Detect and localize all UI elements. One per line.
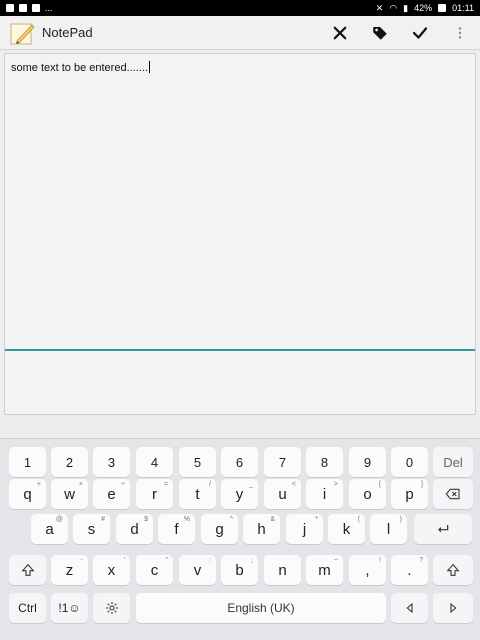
shift-left-icon[interactable]: [9, 555, 46, 585]
keyboard-row-zxcv: z- x ' c " v: b; n m ~ ,! .?: [0, 555, 480, 588]
key-q[interactable]: q +: [9, 479, 46, 509]
note-text: some text to be entered.......: [11, 62, 148, 74]
app-title: NotePad: [42, 25, 93, 40]
status-right: ✕ ◠ ▮ 42% 01:11: [376, 3, 474, 14]
key-t[interactable]: t /: [179, 479, 216, 509]
battery-percent: 42%: [414, 3, 433, 13]
key-comma[interactable]: ,!: [349, 555, 386, 585]
key-1[interactable]: 1: [9, 447, 46, 477]
settings-gear-icon[interactable]: [93, 593, 130, 623]
key-d[interactable]: d $: [116, 514, 153, 544]
key-n[interactable]: n: [264, 555, 301, 585]
notepad-logo-icon: [8, 19, 36, 47]
keyboard-row-qwerty: q + w × e ÷ r = t / y _ u < i > o[ p]: [0, 479, 480, 512]
youtube-icon: [19, 4, 27, 12]
status-more: ...: [45, 3, 53, 13]
battery-icon: [438, 4, 447, 12]
status-bar: ... ✕ ◠ ▮ 42% 01:11: [0, 0, 480, 16]
key-f[interactable]: f%: [158, 514, 195, 544]
key-j[interactable]: j *: [286, 514, 323, 544]
key-4[interactable]: 4: [136, 447, 173, 477]
more-vert-icon[interactable]: [440, 16, 480, 50]
key-g[interactable]: g ^: [201, 514, 238, 544]
text-caret: [148, 61, 150, 73]
key-m[interactable]: m ~: [306, 555, 343, 585]
key-e[interactable]: e ÷: [93, 479, 130, 509]
keyboard-row-asdf: a @ s # d $ f% g ^ h & j * k( l): [0, 514, 480, 547]
on-screen-keyboard: 1 2 3 4 5 6 7 8 9 0 Del q + w × e ÷ r = t / y…: [0, 438, 480, 640]
key-o[interactable]: o[: [349, 479, 386, 509]
cursor-left-icon[interactable]: [391, 593, 428, 623]
key-u[interactable]: u <: [264, 479, 301, 509]
app-bar: NotePad: [0, 16, 480, 50]
key-i[interactable]: i >: [306, 479, 343, 509]
key-y[interactable]: y _: [221, 479, 258, 509]
key-c[interactable]: c ": [136, 555, 173, 585]
shift-right-icon[interactable]: [433, 555, 473, 585]
status-left: ...: [6, 3, 53, 13]
cursor-right-icon[interactable]: [433, 593, 473, 623]
check-icon[interactable]: [400, 16, 440, 50]
key-3[interactable]: 3: [93, 447, 130, 477]
tag-icon[interactable]: [360, 16, 400, 50]
key-k[interactable]: k(: [328, 514, 365, 544]
key-l[interactable]: l): [370, 514, 407, 544]
key-v[interactable]: v:: [179, 555, 216, 585]
key-period[interactable]: .?: [391, 555, 428, 585]
editor-underline: [5, 349, 475, 351]
signal-icon: ▮: [403, 2, 409, 13]
enter-icon[interactable]: [414, 514, 472, 544]
key-x[interactable]: x ': [93, 555, 130, 585]
symbols-key[interactable]: !1☺: [51, 593, 88, 623]
key-0[interactable]: 0: [391, 447, 428, 477]
ctrl-key[interactable]: Ctrl: [9, 593, 46, 623]
key-2[interactable]: 2: [51, 447, 88, 477]
key-a[interactable]: a @: [31, 514, 68, 544]
mute-icon: ✕: [375, 2, 384, 13]
key-6[interactable]: 6: [221, 447, 258, 477]
space-bar[interactable]: English (UK): [136, 593, 386, 623]
twitter-icon: [6, 4, 14, 12]
delete-key[interactable]: Del: [433, 447, 473, 477]
backspace-icon[interactable]: [433, 479, 473, 509]
key-p[interactable]: p]: [391, 479, 428, 509]
key-h[interactable]: h &: [243, 514, 280, 544]
key-s[interactable]: s #: [73, 514, 110, 544]
gallery-icon: [32, 4, 40, 12]
key-9[interactable]: 9: [349, 447, 386, 477]
key-8[interactable]: 8: [306, 447, 343, 477]
note-editor[interactable]: some text to be entered.......: [4, 53, 476, 415]
key-z[interactable]: z-: [51, 555, 88, 585]
key-7[interactable]: 7: [264, 447, 301, 477]
key-w[interactable]: w ×: [51, 479, 88, 509]
keyboard-row-numbers: 1 2 3 4 5 6 7 8 9 0 Del: [0, 447, 480, 480]
keyboard-row-bottom: Ctrl !1☺ English (UK): [0, 593, 480, 626]
key-b[interactable]: b;: [221, 555, 258, 585]
close-icon[interactable]: [320, 16, 360, 50]
toolbar-actions: [320, 16, 480, 50]
wifi-icon: ◠: [389, 2, 398, 13]
clock: 01:11: [452, 3, 474, 13]
key-r[interactable]: r =: [136, 479, 173, 509]
key-5[interactable]: 5: [179, 447, 216, 477]
note-text-area[interactable]: some text to be entered.......: [11, 61, 150, 74]
